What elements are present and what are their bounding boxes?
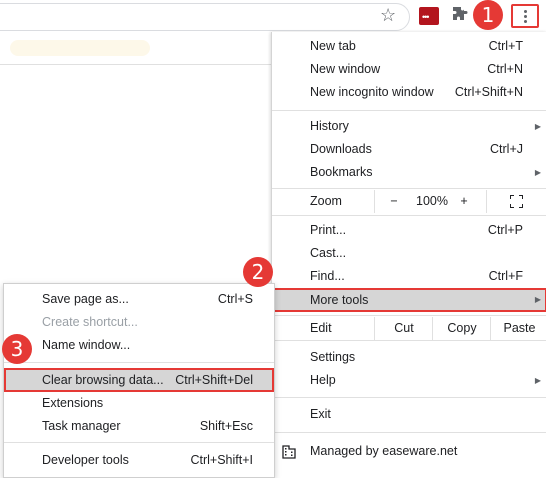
browser-toolbar: ☆ ••• bbox=[0, 0, 546, 32]
divider bbox=[4, 442, 274, 443]
menu-label: More tools bbox=[310, 293, 369, 307]
menu-item-help[interactable]: Help ▶ bbox=[272, 369, 546, 392]
building-icon bbox=[282, 444, 296, 467]
menu-item-exit[interactable]: Exit bbox=[272, 403, 546, 426]
divider bbox=[272, 215, 546, 216]
divider bbox=[272, 397, 546, 398]
menu-item-new-window[interactable]: New window Ctrl+N bbox=[272, 58, 546, 81]
chevron-right-icon: ▶ bbox=[534, 295, 541, 304]
menu-label: New window bbox=[310, 62, 381, 76]
menu-shortcut: Ctrl+Shift+N bbox=[454, 85, 523, 99]
divider bbox=[4, 362, 274, 363]
menu-label: Print... bbox=[310, 223, 347, 237]
zoom-value: 100% bbox=[416, 194, 448, 208]
menu-label: Developer tools bbox=[42, 453, 129, 467]
menu-label: History bbox=[310, 119, 349, 133]
menu-label: Extensions bbox=[42, 396, 104, 410]
menu-item-downloads[interactable]: Downloads Ctrl+J bbox=[272, 138, 546, 161]
zoom-in-button[interactable]: + bbox=[452, 190, 476, 213]
menu-shortcut: Ctrl+N bbox=[487, 62, 523, 76]
submenu-item-developer-tools[interactable]: Developer tools Ctrl+Shift+I bbox=[4, 449, 274, 472]
menu-shortcut: Ctrl+J bbox=[490, 142, 523, 156]
menu-item-managed[interactable]: Managed by easeware.net bbox=[272, 440, 546, 463]
divider bbox=[272, 432, 546, 433]
star-icon[interactable]: ☆ bbox=[380, 5, 396, 25]
menu-shortcut: Ctrl+P bbox=[487, 223, 523, 237]
menu-shortcut: Shift+Esc bbox=[199, 419, 253, 433]
divider bbox=[272, 340, 546, 341]
zoom-row: Zoom − 100% + bbox=[272, 190, 546, 213]
more-tools-submenu: Save page as... Ctrl+S Create shortcut..… bbox=[3, 283, 275, 478]
page-strip bbox=[0, 32, 274, 65]
menu-item-settings[interactable]: Settings bbox=[272, 346, 546, 369]
submenu-item-save-page[interactable]: Save page as... Ctrl+S bbox=[4, 288, 274, 311]
menu-label: Bookmarks bbox=[310, 165, 373, 179]
menu-item-bookmarks[interactable]: Bookmarks ▶ bbox=[272, 161, 546, 184]
menu-label: Clear browsing data... bbox=[42, 373, 164, 387]
paste-button[interactable]: Paste bbox=[490, 317, 546, 340]
menu-item-cast[interactable]: Cast... bbox=[272, 242, 546, 265]
step-badge-2: 2 bbox=[243, 257, 273, 287]
chevron-right-icon: ▶ bbox=[534, 376, 541, 385]
menu-label: Find... bbox=[310, 269, 345, 283]
menu-label: Managed by easeware.net bbox=[310, 444, 458, 458]
menu-label: Cast... bbox=[310, 246, 347, 260]
menu-item-history[interactable]: History ▶ bbox=[272, 115, 546, 138]
extension-icon[interactable]: ••• bbox=[419, 7, 439, 25]
submenu-item-clear-browsing-data[interactable]: Clear browsing data... Ctrl+Shift+Del bbox=[4, 368, 274, 392]
menu-label: Exit bbox=[310, 407, 331, 421]
address-bar[interactable] bbox=[0, 3, 410, 31]
menu-shortcut: Ctrl+Shift+I bbox=[190, 453, 253, 467]
menu-label: Name window... bbox=[42, 338, 131, 352]
submenu-item-task-manager[interactable]: Task manager Shift+Esc bbox=[4, 415, 274, 438]
menu-item-new-tab[interactable]: New tab Ctrl+T bbox=[272, 35, 546, 58]
submenu-item-extensions[interactable]: Extensions bbox=[4, 392, 274, 415]
fullscreen-button[interactable] bbox=[486, 190, 546, 213]
menu-label: Task manager bbox=[42, 419, 121, 433]
divider bbox=[272, 188, 546, 189]
chrome-menu: New tab Ctrl+T New window Ctrl+N New inc… bbox=[271, 32, 546, 478]
chevron-right-icon: ▶ bbox=[534, 122, 541, 131]
submenu-item-name-window[interactable]: Name window... bbox=[4, 334, 274, 357]
submenu-item-create-shortcut: Create shortcut... bbox=[4, 311, 274, 334]
edit-row: Edit Cut Copy Paste bbox=[272, 317, 546, 340]
menu-label: Settings bbox=[310, 350, 356, 364]
edit-label: Edit bbox=[310, 321, 332, 335]
menu-item-new-incognito[interactable]: New incognito window Ctrl+Shift+N bbox=[272, 81, 546, 104]
menu-shortcut: Ctrl+F bbox=[488, 269, 523, 283]
zoom-label: Zoom bbox=[310, 194, 342, 208]
menu-item-print[interactable]: Print... Ctrl+P bbox=[272, 219, 546, 242]
divider bbox=[272, 315, 546, 316]
menu-label: Save page as... bbox=[42, 292, 129, 306]
step-badge-1: 1 bbox=[473, 0, 503, 30]
blurred-tab bbox=[10, 40, 150, 56]
menu-item-more-tools[interactable]: More tools ▶ bbox=[272, 288, 546, 312]
zoom-out-button[interactable]: − bbox=[374, 190, 413, 213]
menu-label: New tab bbox=[310, 39, 356, 53]
chevron-right-icon: ▶ bbox=[534, 168, 541, 177]
menu-shortcut: Ctrl+Shift+Del bbox=[175, 373, 253, 387]
step-badge-3: 3 bbox=[2, 334, 32, 364]
fullscreen-icon bbox=[510, 195, 523, 208]
menu-shortcut: Ctrl+S bbox=[217, 292, 253, 306]
menu-item-find[interactable]: Find... Ctrl+F bbox=[272, 265, 546, 288]
menu-label: New incognito window bbox=[310, 85, 434, 99]
menu-shortcut: Ctrl+T bbox=[488, 39, 523, 53]
divider bbox=[272, 110, 546, 111]
copy-button[interactable]: Copy bbox=[432, 317, 491, 340]
cut-button[interactable]: Cut bbox=[374, 317, 433, 340]
menu-label: Create shortcut... bbox=[42, 315, 138, 329]
menu-label: Help bbox=[310, 373, 336, 387]
kebab-menu-icon[interactable] bbox=[511, 4, 539, 28]
puzzle-icon[interactable] bbox=[452, 6, 468, 28]
menu-label: Downloads bbox=[310, 142, 372, 156]
